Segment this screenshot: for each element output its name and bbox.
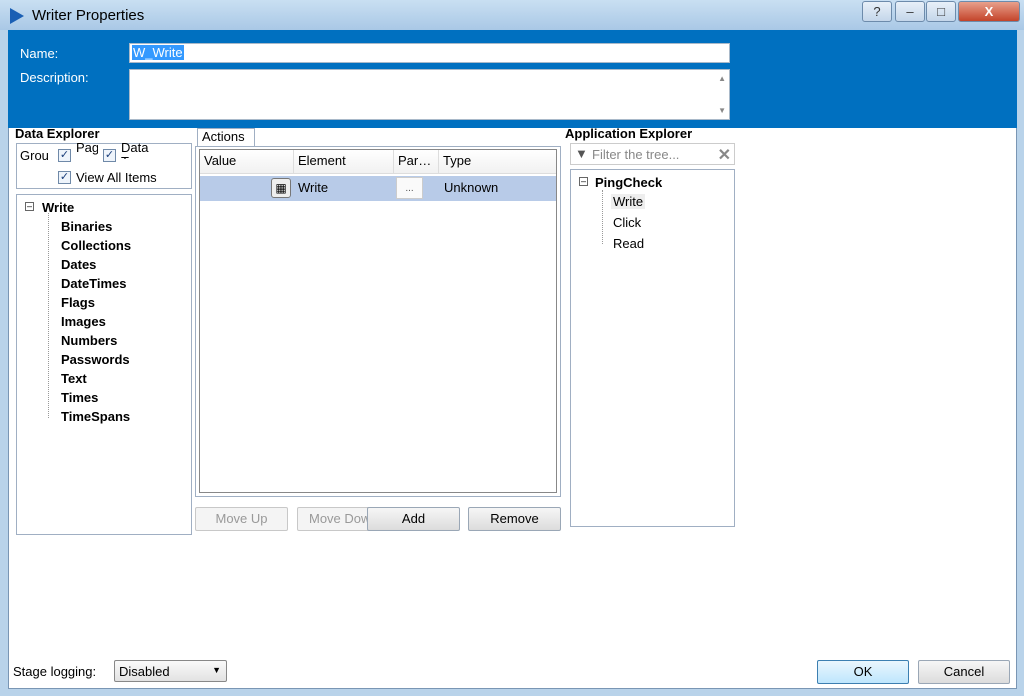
params-button[interactable]: ... [396,177,423,199]
tree-item[interactable]: Collections [61,238,131,253]
tree-line [48,213,49,418]
data-type-label: Data Type [121,141,149,159]
tree-root[interactable]: Write [42,200,74,215]
tree-item[interactable]: Flags [61,295,95,310]
clear-filter-icon[interactable]: ✕ [718,145,731,165]
tree-item[interactable]: Numbers [61,333,117,348]
view-all-checkbox[interactable]: ✓ [58,171,71,184]
page-checkbox[interactable]: ✓ [58,149,71,162]
group-label: Grou [20,148,49,163]
column-params[interactable]: Par… [394,150,439,174]
collapse-icon[interactable]: – [579,177,588,186]
grid-header: Value Element Par… Type [200,150,556,174]
tree-item[interactable]: Images [61,314,106,329]
help-button[interactable]: ? [862,1,892,22]
tree-item[interactable]: Passwords [61,352,130,367]
collapse-icon[interactable]: – [25,202,34,211]
window-title: Writer Properties [32,7,145,24]
add-button[interactable]: Add [367,507,460,531]
app-logo-icon [10,8,24,24]
maximize-button[interactable]: □ [926,1,956,22]
minimize-button[interactable]: – [895,1,925,22]
tree-line [602,190,603,244]
ok-button[interactable]: OK [817,660,909,684]
cell-element: Write [298,180,329,195]
data-explorer-options: Grou ✓ Pag e ✓ Data Type ✓ View All Item… [16,141,192,189]
move-up-button[interactable]: Move Up [195,507,288,531]
tree-root[interactable]: PingCheck [595,175,662,190]
tree-item[interactable]: Dates [61,257,96,272]
application-tree: – PingCheck Write Click Read [570,169,735,527]
tree-item-selected[interactable]: Write [611,194,646,209]
page-label: Pag e [76,141,98,159]
description-label: Description: [20,70,89,85]
chevron-down-icon: ▼ [212,665,221,675]
tree-item[interactable]: Read [613,236,644,251]
data-tree: – Write Binaries Collections Dates DateT… [16,194,192,535]
name-value: W_Write [132,45,184,60]
tree-item[interactable]: Text [61,371,87,386]
column-type[interactable]: Type [439,150,556,174]
application-explorer-title: Application Explorer [565,126,693,141]
actions-grid: Value Element Par… Type ▦ Write ... Unkn… [199,149,557,493]
tab-actions[interactable]: Actions [197,128,255,147]
view-all-label: View All Items [76,170,157,185]
tree-item[interactable]: DateTimes [61,276,127,291]
filter-input[interactable]: ▼ Filter the tree... ✕ [570,143,735,165]
scroll-down-icon[interactable]: ▼ [718,106,726,115]
tree-item[interactable]: Times [61,390,98,405]
cancel-button[interactable]: Cancel [918,660,1010,684]
cell-type: Unknown [444,180,499,195]
filter-placeholder: Filter the tree... [592,147,680,162]
description-input[interactable]: ▲ ▼ [129,69,730,120]
close-button[interactable]: X [958,1,1020,22]
name-input[interactable]: W_Write [129,43,730,63]
remove-button[interactable]: Remove [468,507,561,531]
table-row[interactable]: ▦ Write ... Unknown [200,176,556,201]
tree-item[interactable]: TimeSpans [61,409,130,424]
stage-logging-value: Disabled [119,664,170,679]
filter-icon: ▼ [575,146,588,161]
stage-logging-select[interactable]: Disabled ▼ [114,660,227,682]
stage-logging-label: Stage logging: [13,664,97,679]
tree-item[interactable]: Binaries [61,219,112,234]
data-type-checkbox[interactable]: ✓ [103,149,116,162]
tree-item[interactable]: Click [613,215,641,230]
data-explorer-title: Data Explorer [15,126,100,141]
column-element[interactable]: Element [294,150,394,174]
actions-panel: Value Element Par… Type ▦ Write ... Unkn… [195,146,561,497]
scroll-up-icon[interactable]: ▲ [718,74,726,83]
name-label: Name: [20,46,59,61]
column-value[interactable]: Value [200,150,294,174]
calculator-icon[interactable]: ▦ [271,178,291,198]
